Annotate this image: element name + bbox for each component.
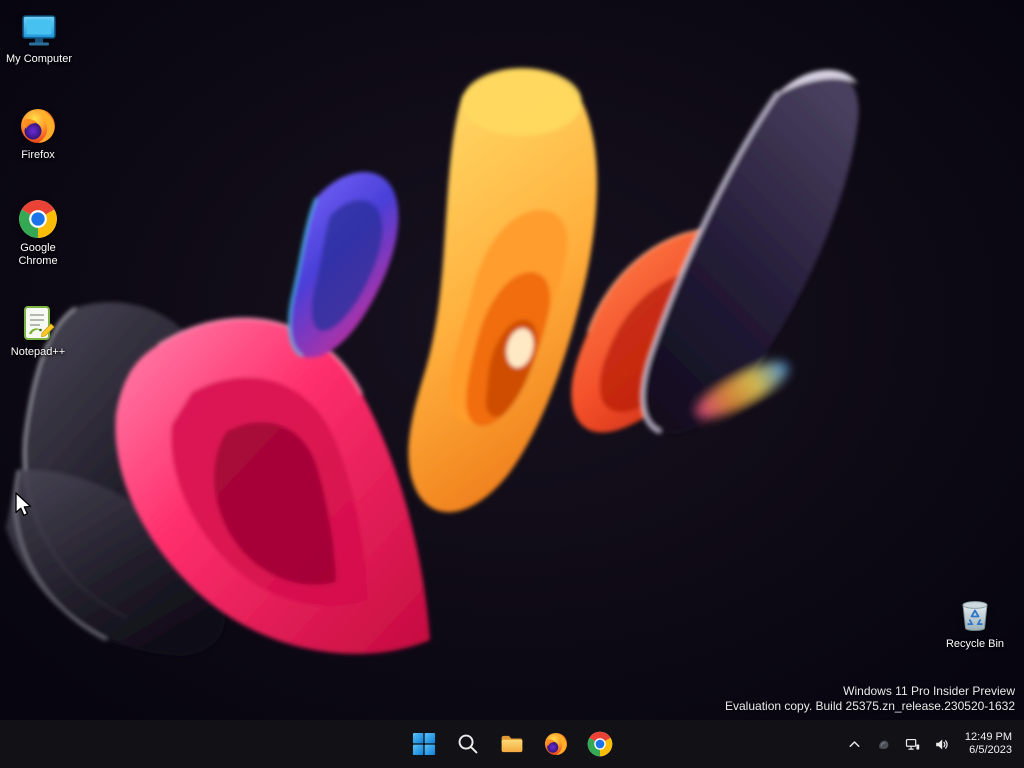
tray-misc-button[interactable] — [870, 724, 898, 764]
file-explorer-button[interactable] — [492, 724, 532, 764]
desktop-icon-label: My Computer — [5, 53, 73, 65]
watermark-line1: Windows 11 Pro Insider Preview — [843, 684, 1015, 698]
taskbar-firefox-button[interactable] — [536, 724, 576, 764]
wallpaper-image — [0, 0, 1024, 768]
folder-icon — [499, 731, 525, 757]
search-button[interactable] — [448, 724, 488, 764]
chrome-icon — [18, 199, 58, 239]
taskbar: 12:49 PM 6/5/2023 — [0, 720, 1024, 768]
search-icon — [455, 731, 481, 757]
desktop-icon-recycle-bin[interactable]: Recycle Bin — [937, 595, 1013, 651]
system-tray: 12:49 PM 6/5/2023 — [841, 720, 1020, 768]
recycle-bin-icon — [955, 595, 995, 635]
desktop-icon-my-computer[interactable]: My Computer — [1, 10, 77, 66]
start-button[interactable] — [404, 724, 444, 764]
taskbar-center-icons — [404, 720, 620, 768]
desktop-icon-label: Recycle Bin — [945, 638, 1005, 650]
notepadpp-icon — [18, 303, 58, 343]
watermark-line2: Evaluation copy. Build 25375.zn_release.… — [725, 699, 1015, 713]
desktop-icon-google-chrome[interactable]: Google Chrome — [0, 199, 76, 268]
taskbar-chrome-button[interactable] — [580, 724, 620, 764]
tray-chevron-button[interactable] — [841, 724, 869, 764]
windows-start-icon — [411, 731, 437, 757]
chrome-icon — [587, 731, 613, 757]
clock-time: 12:49 PM — [964, 730, 1012, 743]
desktop-icon-notepadpp[interactable]: Notepad++ — [0, 303, 76, 359]
firefox-icon — [18, 106, 58, 146]
desktop-icon-firefox[interactable]: Firefox — [0, 106, 76, 162]
tray-misc-icon — [875, 736, 892, 753]
desktop-icon-label: Google Chrome — [18, 242, 58, 267]
mouse-cursor — [15, 492, 32, 516]
network-icon — [904, 736, 921, 753]
tray-clock[interactable]: 12:49 PM 6/5/2023 — [957, 724, 1020, 764]
watermark: Windows 11 Pro Insider Preview Evaluatio… — [725, 684, 1015, 714]
computer-icon — [19, 10, 59, 50]
desktop-icon-label: Notepad++ — [10, 346, 66, 358]
chevron-up-icon — [846, 736, 863, 753]
volume-icon — [933, 736, 950, 753]
clock-date: 6/5/2023 — [969, 744, 1012, 756]
tray-network-button[interactable] — [899, 724, 927, 764]
tray-volume-button[interactable] — [928, 724, 956, 764]
desktop-icon-label: Firefox — [21, 149, 55, 161]
firefox-icon — [543, 731, 569, 757]
